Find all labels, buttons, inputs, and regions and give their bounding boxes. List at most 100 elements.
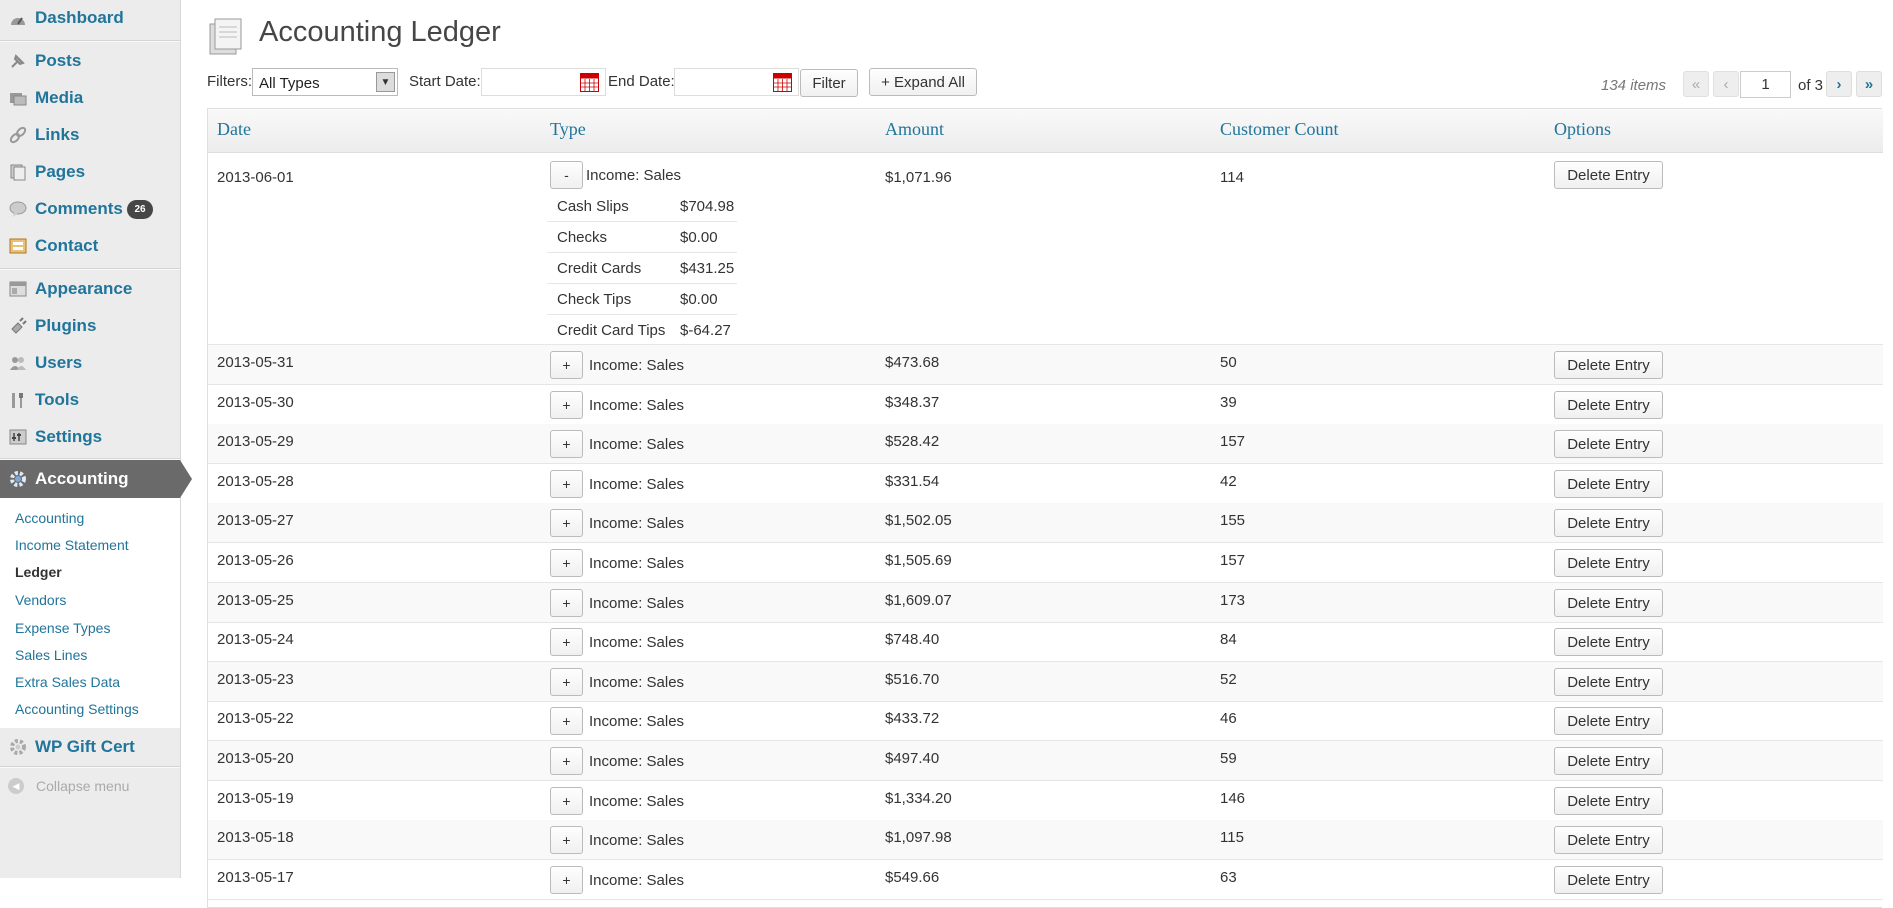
collapse-row-button[interactable]: -	[550, 161, 583, 189]
menu-item-plugins[interactable]: Plugins	[0, 309, 180, 343]
delete-entry-button[interactable]: Delete Entry	[1554, 391, 1663, 419]
calendar-icon[interactable]	[773, 73, 792, 92]
expand-row-button[interactable]: +	[550, 866, 583, 894]
row-type: Income: Sales	[589, 515, 685, 532]
delete-entry-button[interactable]: Delete Entry	[1554, 351, 1663, 379]
menu-item-contact[interactable]: Contact	[0, 229, 180, 263]
row-type: Income: Sales	[586, 167, 682, 184]
menu-item-links[interactable]: Links	[0, 118, 180, 152]
collapse-menu-button[interactable]: ◀ Collapse menu	[8, 778, 129, 794]
delete-entry-button[interactable]: Delete Entry	[1554, 430, 1663, 458]
contact-icon	[9, 237, 27, 255]
expand-row-button[interactable]: +	[550, 509, 583, 537]
submenu-accounting-settings[interactable]: Accounting Settings	[15, 701, 139, 717]
table-row: 2013-05-18 + Income: Sales $1,097.98 115 Dele…	[208, 820, 1883, 860]
delete-entry-button[interactable]: Delete Entry	[1554, 668, 1663, 696]
row-customer-count: 52	[1220, 671, 1237, 688]
submenu-ledger[interactable]: Ledger	[15, 564, 62, 580]
delete-entry-button[interactable]: Delete Entry	[1554, 707, 1663, 735]
table-row: 2013-05-30 + Income: Sales $348.37 39 Delete …	[208, 385, 1883, 425]
expand-row-button[interactable]: +	[550, 707, 583, 735]
menu-item-dashboard[interactable]: Dashboard	[0, 1, 180, 35]
delete-entry-button[interactable]: Delete Entry	[1554, 628, 1663, 656]
end-date-input[interactable]	[674, 68, 799, 96]
expand-row-button[interactable]: +	[550, 391, 583, 419]
row-type: Income: Sales	[589, 397, 685, 414]
row-amount: $331.54	[885, 473, 940, 490]
row-amount: $1,505.69	[885, 552, 952, 569]
menu-item-posts[interactable]: Posts	[0, 44, 180, 78]
row-date: 2013-05-27	[217, 512, 294, 529]
tools-icon	[9, 391, 27, 409]
next-page-button[interactable]: ›	[1826, 71, 1852, 97]
row-date: 2013-05-18	[217, 829, 294, 846]
accounting-submenu: Accounting Income Statement Ledger Vendo…	[0, 498, 180, 728]
submenu-expense-types[interactable]: Expense Types	[15, 620, 110, 636]
submenu-accounting[interactable]: Accounting	[15, 510, 84, 526]
row-type: Income: Sales	[589, 872, 685, 889]
delete-entry-button[interactable]: Delete Entry	[1554, 470, 1663, 498]
expand-row-button[interactable]: +	[550, 589, 583, 617]
row-amount: $1,609.07	[885, 592, 952, 609]
row-type: Income: Sales	[589, 832, 685, 849]
row-customer-count: 39	[1220, 394, 1237, 411]
delete-entry-button[interactable]: Delete Entry	[1554, 747, 1663, 775]
menu-item-wp-gift-cert[interactable]: WP Gift Cert	[0, 730, 180, 764]
expand-row-button[interactable]: +	[550, 747, 583, 775]
submenu-vendors[interactable]: Vendors	[15, 592, 66, 608]
menu-item-tools[interactable]: Tools	[0, 383, 180, 417]
menu-item-comments[interactable]: Comments 26	[0, 192, 180, 226]
menu-item-appearance[interactable]: Appearance	[0, 272, 180, 306]
expand-row-button[interactable]: +	[550, 826, 583, 854]
expand-all-button[interactable]: + Expand All	[869, 68, 977, 96]
row-date: 2013-06-01	[217, 169, 294, 186]
items-count: 134 items	[1601, 77, 1667, 94]
filter-button[interactable]: Filter	[800, 69, 858, 97]
media-icon	[9, 89, 27, 107]
submenu-sales-lines[interactable]: Sales Lines	[15, 647, 87, 663]
expand-row-button[interactable]: +	[550, 787, 583, 815]
column-header-customer-count[interactable]: Customer Count	[1220, 119, 1339, 140]
delete-entry-button[interactable]: Delete Entry	[1554, 589, 1663, 617]
menu-item-settings[interactable]: Settings	[0, 420, 180, 454]
submenu-extra-sales-data[interactable]: Extra Sales Data	[15, 674, 120, 690]
row-type: Income: Sales	[589, 555, 685, 572]
gear-icon	[9, 738, 27, 756]
type-filter-select[interactable]: All Types ▼	[252, 68, 398, 96]
row-amount: $433.72	[885, 710, 940, 727]
delete-entry-button[interactable]: Delete Entry	[1554, 866, 1663, 894]
expand-row-button[interactable]: +	[550, 351, 583, 379]
delete-entry-button[interactable]: Delete Entry	[1554, 787, 1663, 815]
expand-row-button[interactable]: +	[550, 430, 583, 458]
calendar-icon[interactable]	[580, 73, 599, 92]
column-header-type[interactable]: Type	[550, 119, 586, 140]
row-amount: $748.40	[885, 631, 940, 648]
delete-entry-button[interactable]: Delete Entry	[1554, 826, 1663, 854]
menu-item-users[interactable]: Users	[0, 346, 180, 380]
menu-item-media[interactable]: Media	[0, 81, 180, 115]
links-icon	[9, 126, 27, 144]
menu-item-pages[interactable]: Pages	[0, 155, 180, 189]
current-page-input[interactable]: 1	[1740, 71, 1791, 98]
column-header-amount[interactable]: Amount	[885, 119, 944, 140]
delete-entry-button[interactable]: Delete Entry	[1554, 161, 1663, 189]
submenu-income-statement[interactable]: Income Statement	[15, 537, 129, 553]
expand-row-button[interactable]: +	[550, 470, 583, 498]
table-row: 2013-05-28 + Income: Sales $331.54 42 Delete …	[208, 464, 1883, 504]
prev-page-button[interactable]: ‹	[1713, 71, 1739, 97]
menu-item-accounting[interactable]: Accounting	[0, 460, 192, 498]
expand-row-button[interactable]: +	[550, 628, 583, 656]
column-header-date[interactable]: Date	[217, 119, 251, 140]
row-date: 2013-05-30	[217, 394, 294, 411]
total-pages: of 3	[1798, 77, 1824, 94]
settings-icon	[9, 428, 27, 446]
row-date: 2013-05-28	[217, 473, 294, 490]
last-page-button[interactable]: »	[1856, 71, 1882, 97]
expand-row-button[interactable]: +	[550, 549, 583, 577]
delete-entry-button[interactable]: Delete Entry	[1554, 549, 1663, 577]
first-page-button[interactable]: «	[1683, 71, 1709, 97]
delete-entry-button[interactable]: Delete Entry	[1554, 509, 1663, 537]
expand-row-button[interactable]: +	[550, 668, 583, 696]
row-amount: $516.70	[885, 671, 940, 688]
start-date-input[interactable]	[481, 68, 606, 96]
